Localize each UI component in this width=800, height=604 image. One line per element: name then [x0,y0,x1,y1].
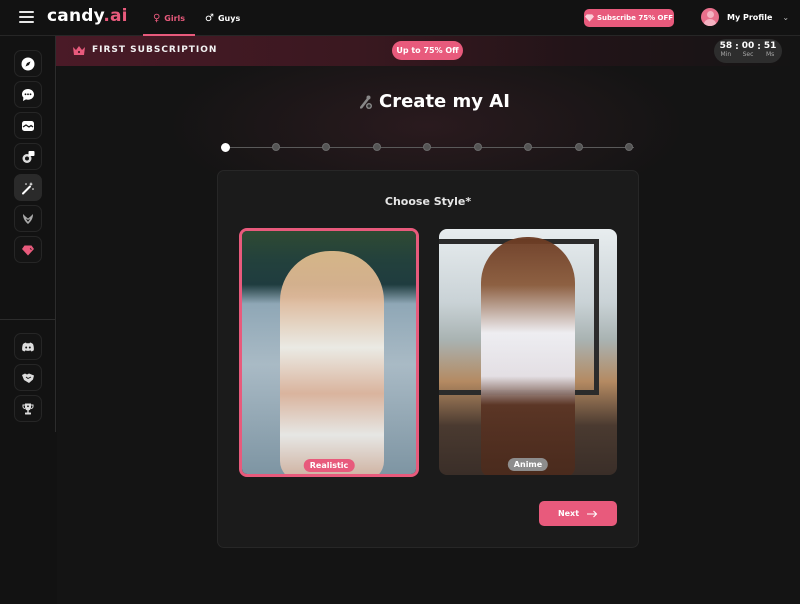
logo-accent: .ai [103,6,128,26]
style-card-anime[interactable]: Anime [439,229,617,475]
tab-guys-label: Guys [217,13,241,23]
timer-separator: : [757,42,761,52]
step-9[interactable] [625,143,633,151]
sidebar-item-discord[interactable] [14,333,42,360]
sidebar-item-my-ai[interactable] [14,205,42,232]
profile-label: My Profile [727,12,773,22]
diamond-icon [22,245,34,255]
arrow-right-icon [587,510,598,517]
timer-minutes-value: 58 [719,41,733,51]
chevron-down-icon: ⌄ [782,12,790,22]
timer-separator: : [735,42,739,52]
handshake-icon [22,373,34,383]
image-icon [22,120,34,131]
timer-seconds: 00 Sec [742,42,755,63]
female-symbol-icon: ♀ [152,12,161,24]
style-panel: Choose Style* Realistic Anime Next [217,170,639,548]
sidebar-item-premium[interactable] [14,236,42,263]
timer-seconds-value: 00 [741,41,755,51]
crown-icon [73,46,85,55]
sidebar-item-gallery[interactable] [14,112,42,139]
style-label-realistic: Realistic [303,459,355,472]
sidebar-item-create-ai[interactable] [14,174,42,201]
tab-girls[interactable]: ♀ Girls [143,0,195,36]
timer-minutes-label: Min [720,51,732,58]
image-generate-icon [22,150,35,163]
page-title: Create my AI [357,91,510,112]
timer-seconds-label: Sec [742,51,754,58]
sidebar [0,36,56,432]
style-label-anime: Anime [507,458,549,471]
tab-girls-label: Girls [164,13,186,23]
sidebar-item-leaderboard[interactable] [14,395,42,422]
avatar [701,8,719,26]
style-card-realistic[interactable]: Realistic [239,228,419,477]
countdown-timer: 58 Min : 00 Sec : 51 Ms [714,39,782,63]
step-5[interactable] [423,143,431,151]
profile-menu[interactable]: My Profile ⌄ [701,8,789,26]
offer-pill[interactable]: Up to 75% Off [392,41,463,60]
logo[interactable]: candy.ai [47,6,128,26]
sidebar-item-generate-image[interactable] [14,143,42,170]
sidebar-item-chat[interactable] [14,81,42,108]
subscribe-label: Subscribe 75% OFF [596,14,674,22]
compass-icon [21,57,35,70]
subscribe-button[interactable]: Subscribe 75% OFF [584,9,674,27]
timer-ms-value: 51 [763,41,777,51]
top-bar: candy.ai ♀ Girls ♂ Guys Subscribe 75% OF… [0,0,800,36]
step-6[interactable] [473,143,482,151]
sidebar-divider [0,319,56,320]
logo-text: candy [47,6,104,26]
sidebar-item-affiliate[interactable] [14,364,42,391]
page-title-text: Create my AI [379,91,510,112]
create-ai-icon [360,95,372,109]
timer-minutes: 58 Min [720,42,733,63]
step-8[interactable] [574,143,583,151]
anime-preview-image [439,229,617,475]
section-title: Choose Style* [384,195,472,208]
male-symbol-icon: ♂ [205,12,214,24]
heart-hands-icon [23,213,33,224]
step-1[interactable] [221,142,230,152]
realistic-preview-image [242,231,416,474]
progress-stepper [221,142,634,152]
step-7[interactable] [524,143,532,151]
tab-guys[interactable]: ♂ Guys [205,0,240,36]
trophy-icon [22,403,34,414]
step-3[interactable] [322,143,330,151]
next-button[interactable]: Next [539,501,617,526]
magic-wand-icon [22,181,34,194]
main-content: Create my AI Choose Style* Realistic Ani… [57,66,800,604]
next-label: Next [557,509,580,518]
timer-ms: 51 Ms [764,42,777,63]
step-4[interactable] [372,143,381,151]
chat-bubble-icon [22,88,34,101]
diamond-icon [584,14,594,22]
step-2[interactable] [271,143,280,151]
banner-title: FIRST SUBSCRIPTION [92,45,218,55]
sidebar-item-explore[interactable] [14,50,42,77]
discord-icon [22,342,34,351]
timer-ms-label: Ms [765,51,775,58]
menu-icon[interactable] [19,11,34,24]
promo-banner[interactable]: FIRST SUBSCRIPTION Up to 75% Off 58 Min … [56,36,800,66]
